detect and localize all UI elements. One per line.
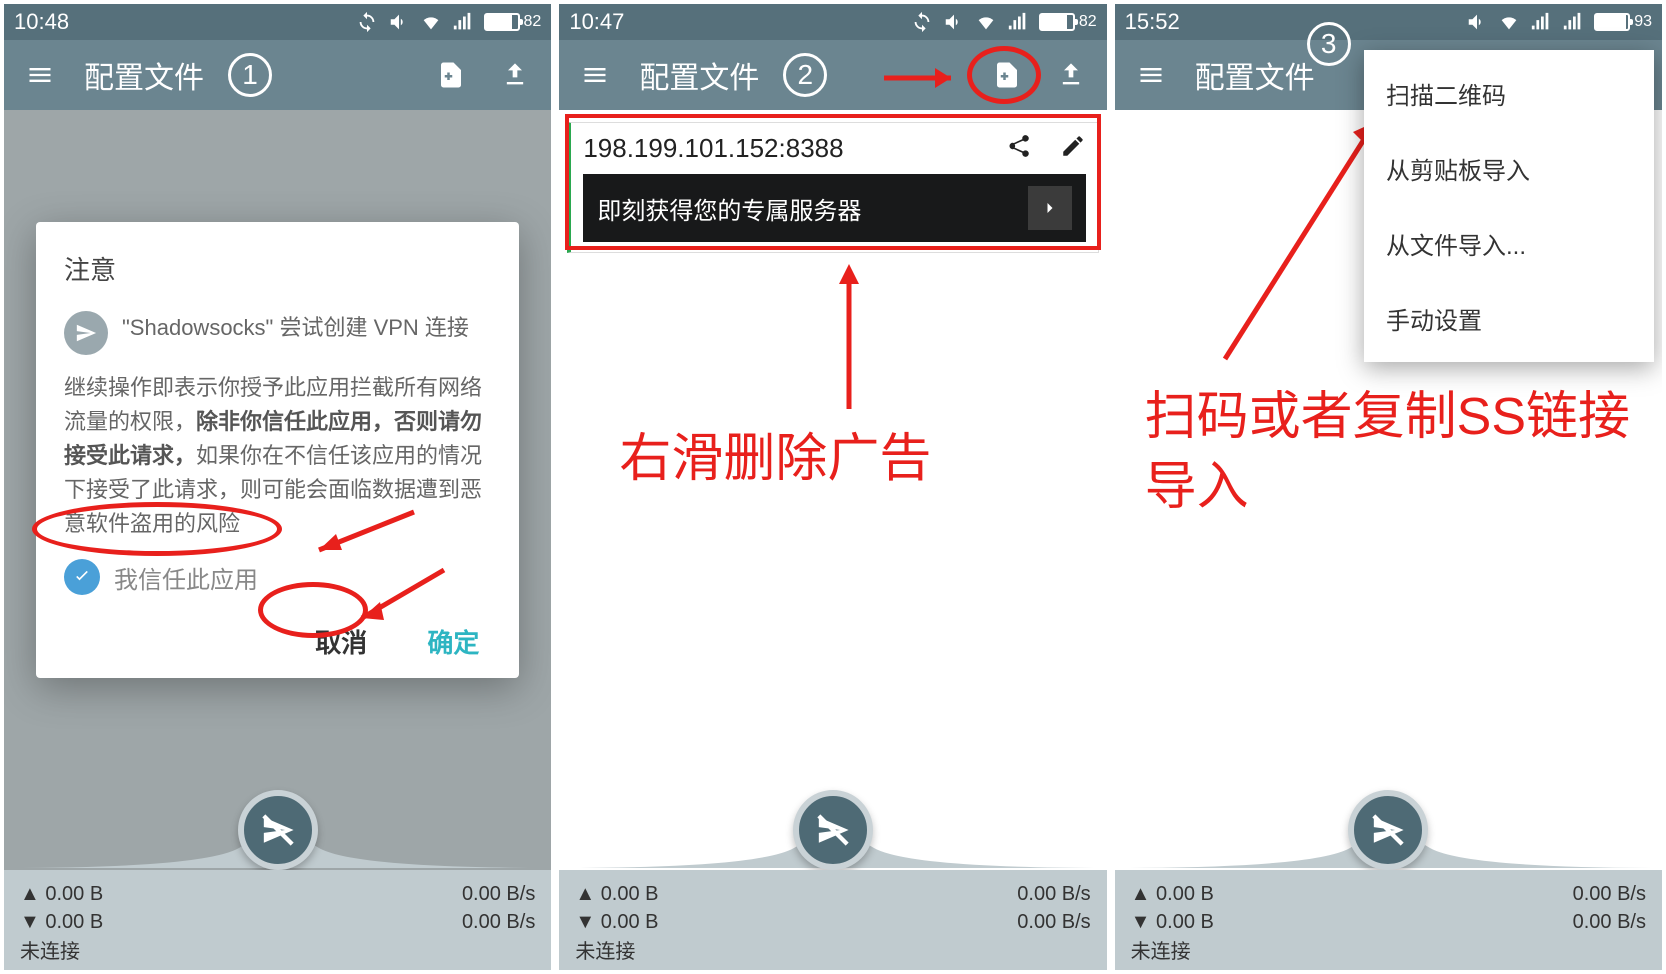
up-rate: 0.00 B/s [1017,880,1090,908]
down-bytes: 0.00 B [45,911,103,933]
connection-status: 未连接 [20,935,80,964]
upload-button[interactable] [495,55,535,95]
up-rate: 0.00 B/s [1573,880,1646,908]
app-avatar-icon [64,311,108,355]
stats-bar: ▲ 0.00 B ▼ 0.00 B 0.00 B/s 0.00 B/s 未连接 [1115,870,1662,970]
trust-checkbox[interactable] [64,559,100,595]
add-profile-button[interactable] [987,55,1027,95]
down-rate: 0.00 B/s [1573,908,1646,936]
step-badge-2: 2 [783,53,827,97]
menu-button[interactable] [20,55,60,95]
battery-text: 82 [524,13,542,31]
screenshot-3: 15:52 93 配置文件 3 扫描二维码 从剪贴板导入 从文件导入... 手动… [1115,4,1662,970]
share-icon[interactable] [1006,133,1032,164]
upload-button[interactable] [1051,55,1091,95]
signal-icon [452,11,474,33]
footer: ▲ 0.00 B ▼ 0.00 B 0.00 B/s 0.00 B/s 未连接 [4,810,551,970]
step-badge-3: 3 [1307,22,1351,66]
connect-fab[interactable] [238,790,318,870]
battery-text: 93 [1634,13,1652,31]
dialog-title: 注意 [64,250,491,287]
connect-fab[interactable] [1348,790,1428,870]
annotation-text-swipe: 右滑删除广告 [619,424,931,494]
signal-icon [1007,11,1029,33]
dialog-body: 继续操作即表示你授予此应用拦截所有网络流量的权限，除非你信任此应用，否则请勿接受… [64,371,491,541]
app-title: 配置文件 [639,53,759,97]
menu-import-clipboard[interactable]: 从剪贴板导入 [1364,131,1654,206]
menu-manual-config[interactable]: 手动设置 [1364,281,1654,356]
up-bytes: 0.00 B [1156,883,1214,905]
status-time: 15:52 [1125,9,1180,35]
menu-scan-qr[interactable]: 扫描二维码 [1364,56,1654,131]
down-rate: 0.00 B/s [462,908,535,936]
menu-import-file[interactable]: 从文件导入... [1364,206,1654,281]
step-badge-1: 1 [228,53,272,97]
status-time: 10:48 [14,9,69,35]
status-right: 93 [1466,11,1652,33]
vpn-permission-dialog: 注意 "Shadowsocks" 尝试创建 VPN 连接 继续操作即表示你授予此… [36,222,519,678]
battery-text: 82 [1079,13,1097,31]
screenshot-2: 10:47 82 配置文件 2 198.199.101 [559,4,1106,970]
status-bar: 10:48 82 [4,4,551,40]
app-title: 配置文件 [1195,53,1315,97]
wifi-icon [975,11,997,33]
volume-icon [943,11,965,33]
ad-text: 即刻获得您的专属服务器 [597,191,861,226]
stats-bar: ▲ 0.00 B ▼ 0.00 B 0.00 B/s 0.00 B/s 未连接 [559,870,1106,970]
battery-indicator: 82 [1039,13,1097,31]
import-dropdown: 扫描二维码 从剪贴板导入 从文件导入... 手动设置 [1364,50,1654,362]
wifi-icon [1498,11,1520,33]
status-time: 10:47 [569,9,624,35]
ad-next-icon[interactable] [1028,186,1072,230]
volume-icon [1466,11,1488,33]
annotation-arrow-card [829,254,869,414]
volume-icon [388,11,410,33]
footer: ▲ 0.00 B ▼ 0.00 B 0.00 B/s 0.00 B/s 未连接 [1115,810,1662,970]
ok-button[interactable]: 确定 [427,623,479,660]
server-profile-card[interactable]: 198.199.101.152:8388 即刻获得您的专属服务器 [567,122,1098,253]
up-bytes: 0.00 B [601,883,659,905]
down-bytes: 0.00 B [601,911,659,933]
app-title: 配置文件 [84,53,204,97]
status-bar: 15:52 93 [1115,4,1662,40]
dialog-line1: "Shadowsocks" 尝试创建 VPN 连接 [122,311,469,345]
wifi-icon [420,11,442,33]
up-rate: 0.00 B/s [462,880,535,908]
app-bar: 配置文件 2 [559,40,1106,110]
down-rate: 0.00 B/s [1017,908,1090,936]
annotation-text-import: 扫码或者复制SS链接导入 [1145,382,1635,522]
status-bar: 10:47 82 [559,4,1106,40]
down-bytes: 0.00 B [1156,911,1214,933]
footer: ▲ 0.00 B ▼ 0.00 B 0.00 B/s 0.00 B/s 未连接 [559,810,1106,970]
battery-indicator: 93 [1594,13,1652,31]
signal2-icon [1562,11,1584,33]
up-bytes: 0.00 B [45,883,103,905]
screenshot-1: 10:48 82 配置文件 1 注意 [4,4,551,970]
menu-button[interactable] [1131,55,1171,95]
signal-icon [1530,11,1552,33]
connection-status: 未连接 [1131,935,1191,964]
connect-fab[interactable] [793,790,873,870]
trust-label: 我信任此应用 [114,560,258,595]
ad-banner[interactable]: 即刻获得您的专属服务器 [583,174,1085,242]
add-profile-button[interactable] [431,55,471,95]
sync-icon [356,11,378,33]
menu-button[interactable] [575,55,615,95]
edit-icon[interactable] [1060,133,1086,164]
battery-indicator: 82 [484,13,542,31]
stats-bar: ▲ 0.00 B ▼ 0.00 B 0.00 B/s 0.00 B/s 未连接 [4,870,551,970]
status-right: 82 [911,11,1097,33]
connection-status: 未连接 [575,935,635,964]
app-bar: 配置文件 1 [4,40,551,110]
sync-icon [911,11,933,33]
cancel-button[interactable]: 取消 [315,623,367,660]
status-right: 82 [356,11,542,33]
